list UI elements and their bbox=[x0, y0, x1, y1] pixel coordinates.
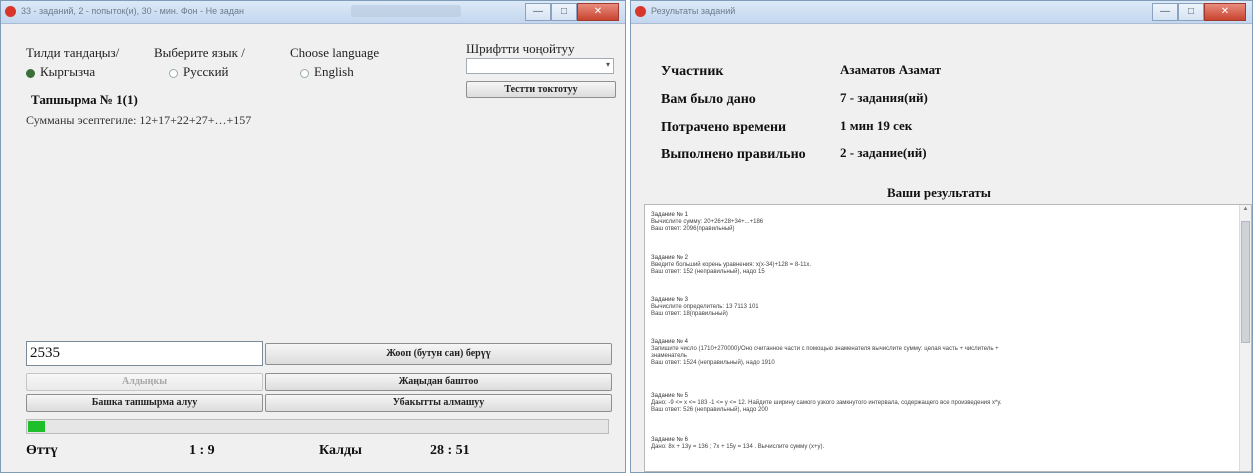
result-task-answer: Ваш ответ: 18(правильный) bbox=[651, 311, 728, 317]
result-task-question: Вычислите сумму: 20+26+28+34+...+186 bbox=[651, 219, 764, 225]
given-label: Вам было дано bbox=[661, 92, 756, 107]
lang-header-english: Choose language bbox=[290, 45, 380, 60]
radio-dot-icon bbox=[300, 68, 309, 78]
finish-button[interactable]: Убакытты алмашуу bbox=[265, 394, 612, 412]
results-textbox[interactable]: Задание № 1 Вычислите сумму: 20+26+28+34… bbox=[644, 204, 1252, 472]
maximize-icon[interactable]: □ bbox=[1178, 3, 1204, 21]
result-task-answer: Ваш ответ: 2096(правильный) bbox=[651, 226, 735, 232]
result-task-6: Задание № 6 Дано: 8x + 13y = 136 ; 7x + … bbox=[651, 437, 824, 451]
test-window: 33 - заданий, 2 - попыток(и), 30 - мин. … bbox=[0, 0, 626, 473]
submit-answer-button[interactable]: Жооп (бутун сан) берүү bbox=[265, 343, 612, 365]
radio-dot-icon bbox=[169, 68, 178, 78]
result-task-number: Задание № 4 bbox=[651, 339, 688, 345]
result-task-question: Дано: -9 <= x <= 183 -1 <= y <= 12. Найд… bbox=[651, 400, 1002, 406]
results-window-title: Результаты заданий bbox=[651, 6, 736, 16]
skip-task-button[interactable]: Башка тапшырма алуу bbox=[26, 394, 263, 412]
radio-russian-label: Русский bbox=[183, 64, 229, 79]
result-task-question: Вычислите определитель: 13 7113 101 bbox=[651, 304, 759, 310]
given-value: 7 - задания(ий) bbox=[840, 90, 928, 105]
radio-english[interactable]: English bbox=[300, 64, 354, 80]
participant-label: Участник bbox=[661, 64, 724, 79]
scrollbar-thumb[interactable] bbox=[1241, 221, 1250, 343]
correct-label: Выполнено правильно bbox=[661, 147, 806, 162]
result-task-number: Задание № 2 bbox=[651, 255, 688, 261]
lang-header-russian: Выберите язык / bbox=[154, 45, 245, 60]
results-scrollbar[interactable]: ▲ bbox=[1239, 205, 1251, 471]
correct-value: 2 - задание(ий) bbox=[840, 145, 927, 160]
test-window-title: 33 - заданий, 2 - попыток(и), 30 - мин. … bbox=[21, 6, 245, 16]
result-task-answer: Ваш ответ: 1524 (неправильный), надо 191… bbox=[651, 360, 775, 366]
task-text: Сумманы эсептегиле: 12+17+22+27+…+157 bbox=[26, 113, 252, 127]
scroll-up-icon[interactable]: ▲ bbox=[1241, 206, 1250, 216]
restart-button[interactable]: Жаңыдан баштоо bbox=[265, 373, 612, 391]
result-task-question: Введите больший корень уравнения: x(x-34… bbox=[651, 262, 812, 268]
results-window-titlebar[interactable]: Результаты заданий — □ ✕ bbox=[631, 1, 1252, 24]
result-task-question: Запишите число (1710+270000)/Оно считанн… bbox=[651, 346, 999, 352]
result-task-answer: Ваш ответ: 526 (неправильный), надо 200 bbox=[651, 407, 769, 413]
result-task-2: Задание № 2 Введите больший корень уравн… bbox=[651, 255, 811, 276]
time-progress-bar bbox=[26, 419, 609, 434]
time-passed-value: 1 : 9 bbox=[189, 443, 215, 458]
font-size-combo[interactable]: ▾ bbox=[466, 58, 614, 74]
font-size-label: Шрифтти чоңойтуу bbox=[466, 41, 575, 56]
radio-dot-icon bbox=[26, 68, 35, 78]
result-task-question-cont: знаменатель bbox=[651, 353, 687, 359]
time-progress-fill bbox=[28, 421, 45, 432]
window-controls: — □ ✕ bbox=[1152, 3, 1246, 21]
stop-test-button[interactable]: Тестти токтотуу bbox=[466, 81, 616, 98]
result-task-answer: Ваш ответ: 152 (неправильный), надо 15 bbox=[651, 269, 765, 275]
titlebar-tab-area bbox=[351, 5, 461, 17]
result-task-5: Задание № 5 Дано: -9 <= x <= 183 -1 <= y… bbox=[651, 393, 1002, 414]
radio-english-label: English bbox=[314, 64, 354, 79]
result-task-number: Задание № 6 bbox=[651, 437, 688, 443]
result-task-number: Задание № 5 bbox=[651, 393, 688, 399]
results-window: Результаты заданий — □ ✕ Участник Азамат… bbox=[630, 0, 1253, 473]
results-heading: Ваши результаты bbox=[887, 185, 991, 200]
radio-russian[interactable]: Русский bbox=[169, 64, 229, 80]
result-task-question: Дано: 8x + 13y = 136 ; 7x + 15y = 134 . … bbox=[651, 444, 825, 450]
result-task-3: Задание № 3 Вычислите определитель: 13 7… bbox=[651, 297, 759, 318]
test-window-titlebar[interactable]: 33 - заданий, 2 - попыток(и), 30 - мин. … bbox=[1, 1, 625, 24]
maximize-icon[interactable]: □ bbox=[551, 3, 577, 21]
time-passed-label: Өттү bbox=[26, 443, 58, 458]
time-spent-value: 1 мин 19 сек bbox=[840, 118, 913, 133]
close-icon[interactable]: ✕ bbox=[1204, 3, 1246, 21]
result-task-number: Задание № 3 bbox=[651, 297, 688, 303]
result-task-4: Задание № 4 Запишите число (1710+270000)… bbox=[651, 339, 999, 367]
time-left-label: Калды bbox=[319, 443, 362, 458]
close-icon[interactable]: ✕ bbox=[577, 3, 619, 21]
app-icon bbox=[5, 6, 16, 17]
minimize-icon[interactable]: — bbox=[525, 3, 551, 21]
window-controls: — □ ✕ bbox=[525, 3, 619, 21]
result-task-1: Задание № 1 Вычислите сумму: 20+26+28+34… bbox=[651, 212, 763, 233]
previous-button[interactable]: Алдыңкы bbox=[26, 373, 263, 391]
task-title: Тапшырма № 1(1) bbox=[31, 92, 138, 107]
result-task-number: Задание № 1 bbox=[651, 212, 688, 218]
radio-kyrgyz[interactable]: Кыргызча bbox=[26, 64, 95, 80]
time-spent-label: Потрачено времени bbox=[661, 120, 787, 135]
answer-input[interactable]: 2535 bbox=[26, 341, 263, 366]
participant-value: Азаматов Азамат bbox=[840, 62, 942, 77]
time-left-value: 28 : 51 bbox=[430, 443, 470, 458]
app-icon bbox=[635, 6, 646, 17]
lang-header-kyrgyz: Тилди тандаңыз/ bbox=[26, 45, 120, 60]
minimize-icon[interactable]: — bbox=[1152, 3, 1178, 21]
chevron-down-icon: ▾ bbox=[605, 60, 610, 69]
radio-kyrgyz-label: Кыргызча bbox=[40, 64, 96, 79]
